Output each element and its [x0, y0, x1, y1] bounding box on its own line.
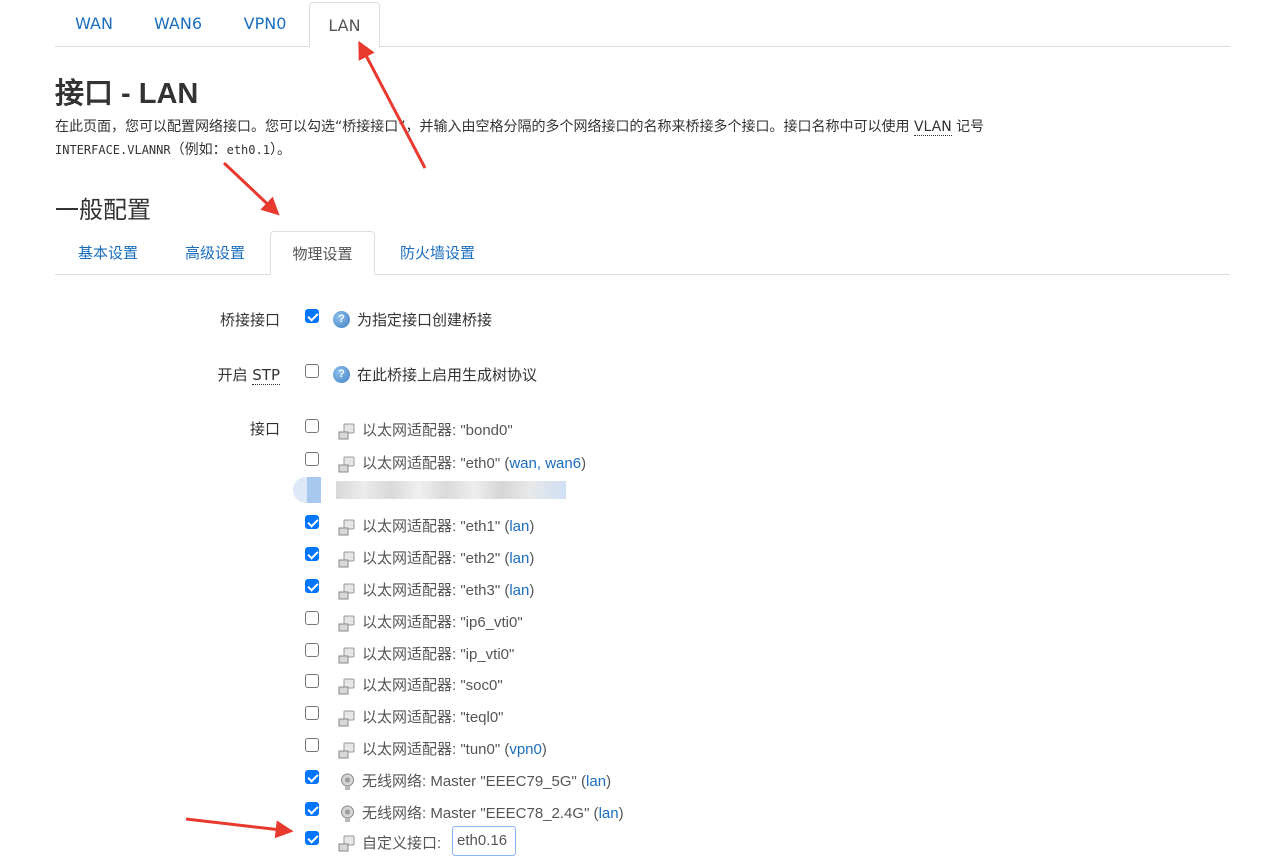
arrow-to-custom-interface [185, 817, 294, 839]
annotation-arrows [185, 40, 427, 839]
arrow-to-physical-tab [222, 161, 280, 216]
arrow-to-lan-tab [358, 40, 427, 169]
